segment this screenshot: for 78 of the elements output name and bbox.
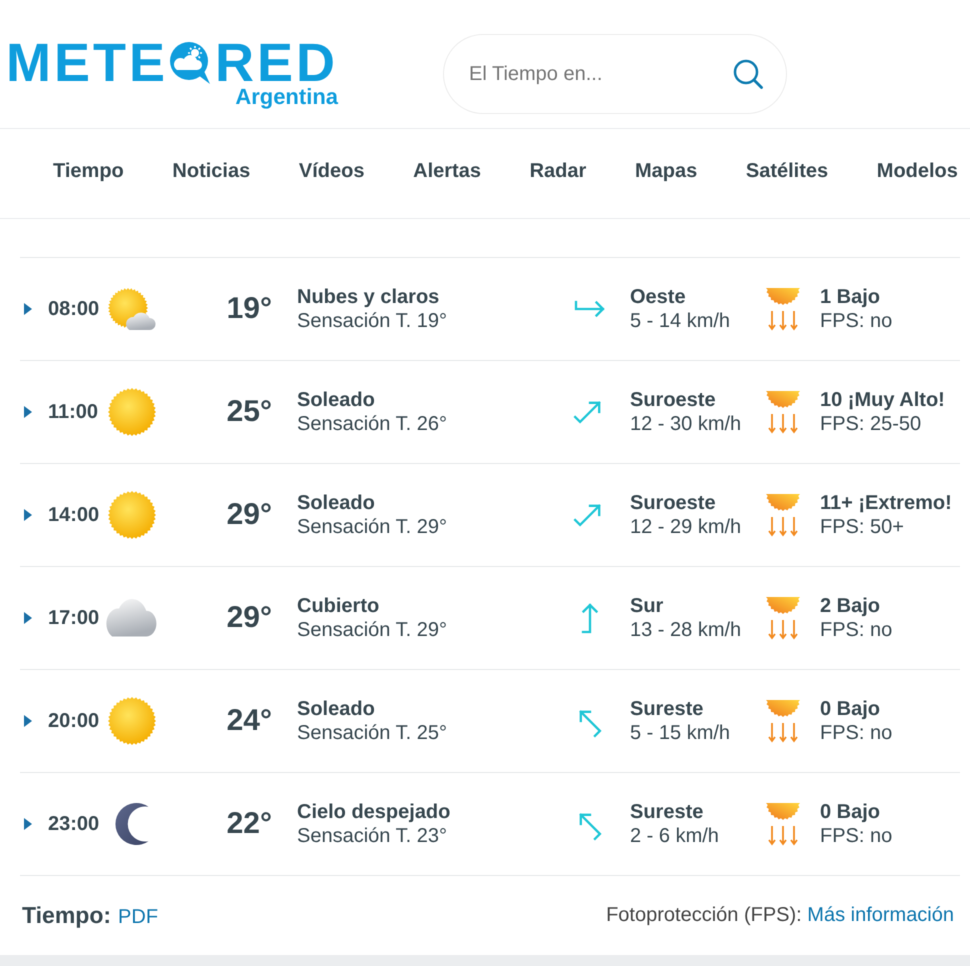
wind-direction-text: Oeste [630, 285, 686, 309]
wind-direction-text: Sureste [630, 800, 704, 824]
sun-icon [107, 490, 157, 540]
logo-region-text: Argentina [235, 86, 338, 108]
uv-index-text: 11+ ¡Extremo! [820, 491, 952, 515]
condition-text: Soleado [297, 697, 375, 721]
wind-speed-text: 12 - 30 km/h [630, 412, 742, 436]
sun-icon [107, 696, 157, 746]
feels-like-text: Sensación T. 29° [297, 618, 447, 642]
temperature-text: 22° [226, 807, 272, 841]
feels-like-text: Sensación T. 26° [297, 412, 447, 436]
wind-speed-text: 5 - 15 km/h [630, 721, 730, 745]
nav-link[interactable]: Tiempo [53, 158, 124, 182]
hour-text: 08:00 [48, 297, 100, 321]
nav-link[interactable]: Mapas [634, 158, 698, 182]
feels-like-text: Sensación T. 23° [297, 824, 447, 848]
wind-speed-text: 12 - 29 km/h [630, 515, 742, 539]
temperature-text: 19° [226, 292, 272, 326]
fps-note: Fotoprotección (FPS): Más información [606, 904, 954, 927]
speech-bubble-cloud-icon [168, 40, 212, 84]
sun-cloud-icon [107, 286, 157, 332]
fps-text: FPS: no [820, 721, 892, 745]
hour-text: 17:00 [48, 606, 100, 630]
condition-text: Soleado [297, 491, 375, 515]
uv-sun-icon [764, 493, 800, 537]
wind-direction-text: Sureste [630, 697, 704, 721]
uv-sun-icon [764, 596, 800, 640]
wind-speed-text: 2 - 6 km/h [630, 824, 719, 848]
nav-link[interactable]: Modelos [876, 158, 958, 182]
wind-direction-text: Suroeste [630, 388, 716, 412]
feels-like-text: Sensación T. 19° [297, 309, 447, 333]
hour-text: 11:00 [48, 400, 100, 424]
hour-text: 20:00 [48, 709, 100, 733]
fps-text: FPS: no [820, 309, 892, 333]
search-field[interactable]: El Tiempo en... [443, 34, 787, 114]
temperature-text: 29° [226, 498, 272, 532]
fps-text: FPS: no [820, 618, 892, 642]
more-info-link[interactable]: Más información [807, 904, 954, 926]
weather-label: Tiempo: [22, 902, 112, 929]
cloud-icon [106, 598, 158, 638]
temperature-text: 24° [226, 704, 272, 738]
fps-text: FPS: 25-50 [820, 412, 922, 436]
wind-speed-text: 5 - 14 km/h [630, 309, 730, 333]
feels-like-text: Sensación T. 25° [297, 721, 447, 745]
sun-icon [107, 387, 157, 437]
uv-sun-icon [764, 390, 800, 434]
uv-index-text: 0 Bajo [820, 697, 880, 721]
nav-link[interactable]: Radar [530, 158, 586, 182]
logo-wordmark: METE [6, 42, 168, 84]
wind-speed-text: 13 - 28 km/h [630, 618, 742, 642]
nav-link[interactable]: Alertas [413, 158, 481, 182]
condition-text: Cielo despejado [297, 800, 450, 824]
hour-text: 14:00 [48, 503, 100, 527]
search-icon[interactable] [733, 59, 763, 89]
uv-index-text: 1 Bajo [820, 285, 880, 309]
condition-text: Soleado [297, 388, 375, 412]
fps-text: FPS: 50+ [820, 515, 904, 539]
uv-index-text: 10 ¡Muy Alto! [820, 388, 945, 412]
nav-link[interactable]: Noticias [172, 158, 250, 182]
nav-link[interactable]: Vídeos [298, 158, 364, 182]
temperature-text: 25° [226, 395, 272, 429]
condition-text: Cubierto [297, 594, 380, 618]
hour-text: 23:00 [48, 812, 100, 836]
feels-like-text: Sensación T. 29° [297, 515, 447, 539]
uv-sun-icon [764, 287, 800, 331]
temperature-text: 29° [226, 601, 272, 635]
wind-direction-text: Sur [630, 594, 664, 618]
uv-sun-icon [764, 802, 800, 846]
logo-wordmark: RED [214, 42, 338, 84]
condition-text: Nubes y claros [297, 285, 440, 309]
uv-index-text: 2 Bajo [820, 594, 880, 618]
uv-sun-icon [764, 699, 800, 743]
fps-text: FPS: no [820, 824, 892, 848]
nav-link[interactable]: Satélites [746, 158, 828, 182]
uv-index-text: 0 Bajo [820, 800, 880, 824]
moon-icon [114, 801, 150, 847]
pdf-link[interactable]: PDF [118, 906, 158, 929]
wind-direction-text: Suroeste [630, 491, 716, 515]
